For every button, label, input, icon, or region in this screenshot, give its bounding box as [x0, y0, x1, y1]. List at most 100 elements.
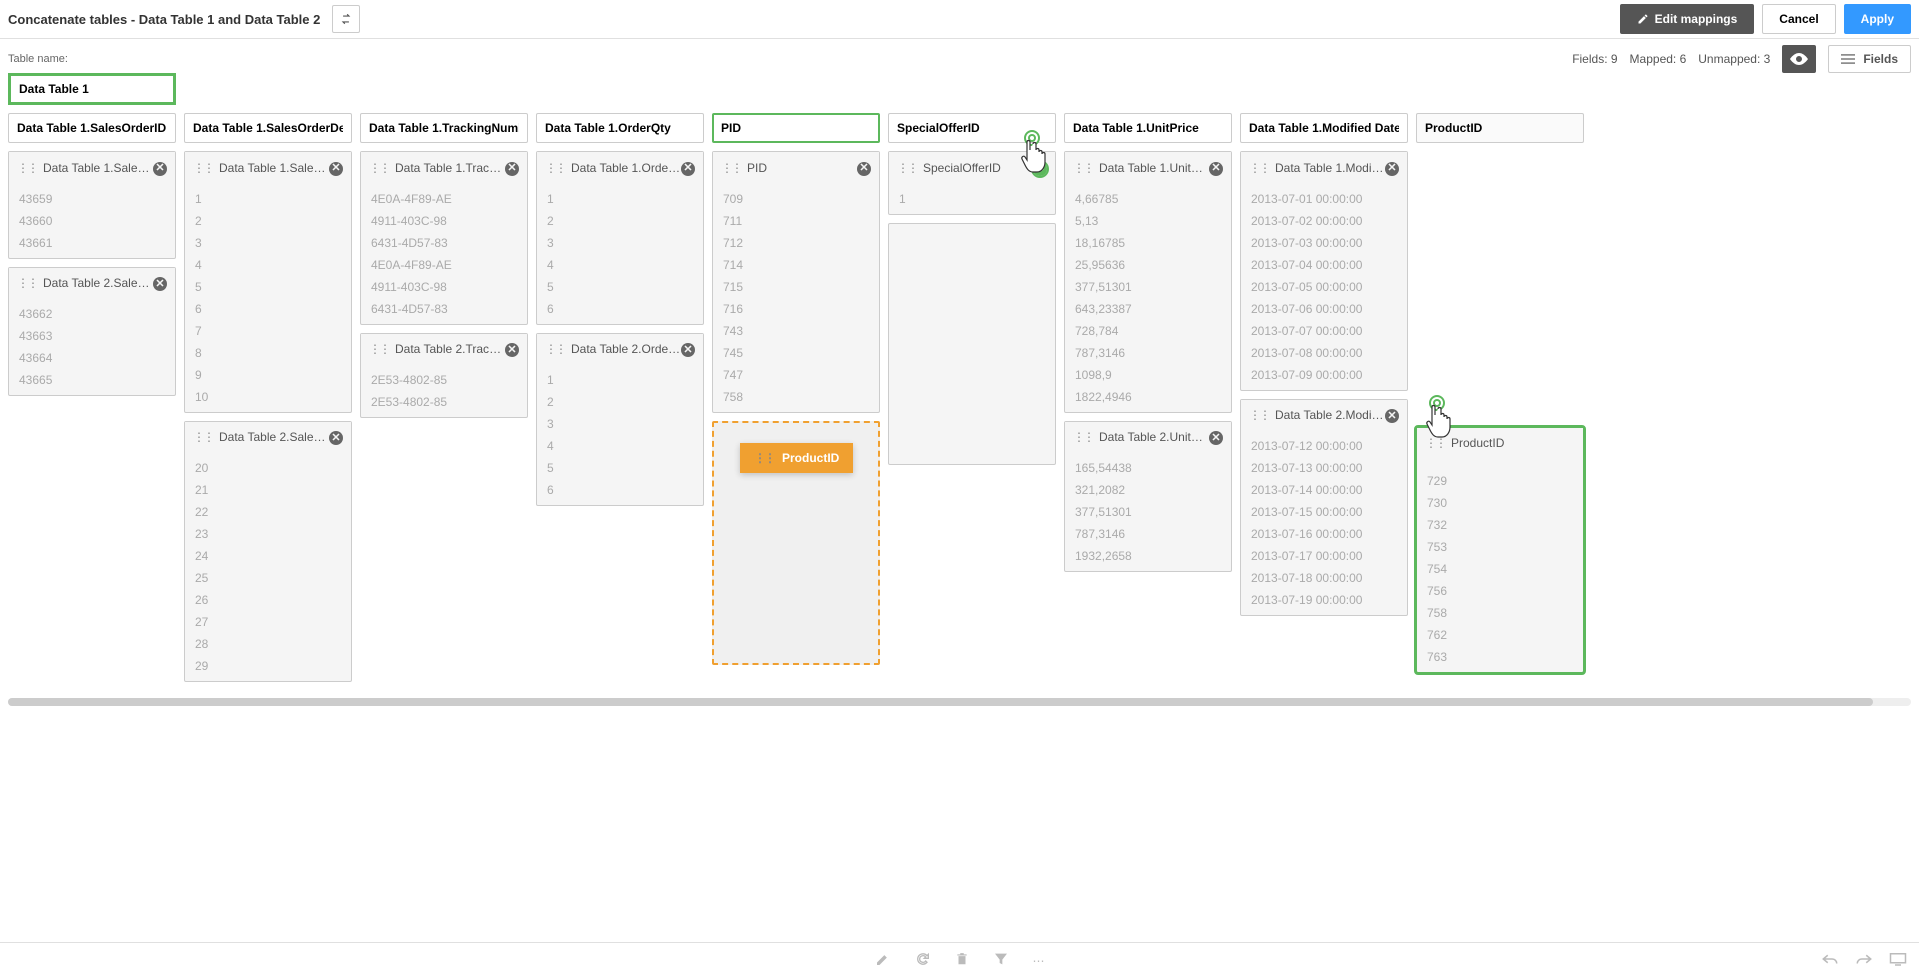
remove-mapping-button[interactable]: ✕: [1033, 160, 1047, 176]
section-header[interactable]: Data Table 2.UnitPrice✕: [1065, 422, 1231, 454]
remove-mapping-button[interactable]: ✕: [329, 430, 343, 446]
column-header-input[interactable]: [184, 113, 352, 143]
horizontal-scrollbar[interactable]: [8, 698, 1911, 706]
edit-mappings-button[interactable]: Edit mappings: [1620, 4, 1755, 34]
drag-chip-label: ProductID: [782, 451, 839, 465]
drag-handle-icon[interactable]: [1249, 161, 1269, 175]
section-header[interactable]: Data Table 1.SalesOrderD...✕: [185, 152, 351, 184]
section-header[interactable]: Data Table 2.SalesOrd...✕: [9, 268, 175, 300]
drag-handle-icon[interactable]: [897, 161, 917, 175]
remove-mapping-button[interactable]: ✕: [153, 160, 167, 176]
drag-handle-icon[interactable]: [1073, 430, 1093, 444]
mapping-section[interactable]: Data Table 1.UnitPrice✕4,667855,1318,167…: [1064, 151, 1232, 413]
section-header[interactable]: SpecialOfferID✕: [889, 152, 1055, 184]
data-row: 165,54438: [1065, 457, 1231, 479]
remove-mapping-button[interactable]: ✕: [1209, 160, 1223, 176]
section-header[interactable]: ProductID: [1417, 428, 1583, 458]
drag-handle-icon[interactable]: [193, 161, 213, 175]
column-header-input[interactable]: [536, 113, 704, 143]
data-row: 787,3146: [1065, 342, 1231, 364]
remove-mapping-button[interactable]: ✕: [329, 160, 343, 176]
mapping-section[interactable]: [888, 223, 1056, 465]
mapping-section[interactable]: Data Table 1.Modified Date✕2013-07-01 00…: [1240, 151, 1408, 391]
filter-icon[interactable]: [993, 951, 1009, 970]
drag-handle-icon[interactable]: [1425, 436, 1445, 450]
refresh-icon[interactable]: [915, 951, 931, 970]
undo-icon[interactable]: [1821, 952, 1839, 969]
column-header-input[interactable]: [1416, 113, 1584, 143]
remove-mapping-button[interactable]: ✕: [857, 160, 871, 176]
redo-icon[interactable]: [1855, 952, 1873, 969]
drag-handle-icon[interactable]: [17, 276, 37, 290]
remove-mapping-button[interactable]: ✕: [1385, 160, 1399, 176]
remove-mapping-button[interactable]: ✕: [1385, 408, 1399, 424]
data-row: 753: [1417, 536, 1583, 558]
mapping-section[interactable]: Data Table 1.OrderQty✕123456: [536, 151, 704, 325]
drag-handle-icon[interactable]: [1073, 161, 1093, 175]
section-header[interactable]: PID✕: [713, 152, 879, 184]
fields-button[interactable]: Fields: [1828, 45, 1911, 73]
section-body: 20212223242526272829: [185, 453, 351, 681]
section-label: ProductID: [1451, 436, 1575, 450]
mapping-section[interactable]: PID✕709711712714715716743745747758: [712, 151, 880, 413]
close-icon: ✕: [1209, 431, 1223, 445]
remove-mapping-button[interactable]: ✕: [681, 342, 695, 358]
section-header[interactable]: Data Table 2.Modified...✕: [1241, 400, 1407, 432]
data-row: 26: [185, 589, 351, 611]
apply-button[interactable]: Apply: [1844, 4, 1911, 34]
drag-handle-icon[interactable]: [545, 161, 565, 175]
remove-mapping-button[interactable]: ✕: [505, 342, 519, 358]
remove-mapping-button[interactable]: ✕: [505, 160, 519, 176]
data-row: 6431-4D57-83: [361, 232, 527, 254]
section-header[interactable]: Data Table 1.SalesOrderID✕: [9, 152, 175, 184]
section-body: 1: [889, 184, 1055, 214]
drag-handle-icon[interactable]: [369, 342, 389, 356]
mapping-section[interactable]: Data Table 2.Modified...✕2013-07-12 00:0…: [1240, 399, 1408, 617]
mapping-section[interactable]: Data Table 2.SalesOrd...✕202122232425262…: [184, 421, 352, 683]
drag-handle-icon[interactable]: [545, 342, 565, 356]
remove-mapping-button[interactable]: ✕: [681, 160, 695, 176]
column-header-input[interactable]: [1240, 113, 1408, 143]
mapping-section[interactable]: Data Table 2.Tracking...✕2E53-4802-852E5…: [360, 333, 528, 419]
drag-handle-icon[interactable]: [369, 161, 389, 175]
section-header[interactable]: Data Table 1.OrderQty✕: [537, 152, 703, 184]
remove-mapping-button[interactable]: ✕: [153, 276, 167, 292]
preview-toggle-button[interactable]: [1782, 45, 1816, 73]
drag-chip[interactable]: ProductID: [740, 443, 853, 473]
mapping-section[interactable]: Data Table 1.SalesOrderID✕43659436604366…: [8, 151, 176, 259]
column-block: Data Table 1.SalesOrderD...✕12345678910D…: [184, 151, 352, 682]
mapping-section[interactable]: Data Table 2.UnitPrice✕165,54438321,2082…: [1064, 421, 1232, 573]
section-header[interactable]: Data Table 1.TrackingNum...✕: [361, 152, 527, 184]
cancel-button[interactable]: Cancel: [1762, 4, 1835, 34]
mapping-section[interactable]: Data Table 1.SalesOrderD...✕12345678910: [184, 151, 352, 413]
swap-tables-button[interactable]: [332, 5, 360, 33]
data-row: 377,51301: [1065, 501, 1231, 523]
remove-mapping-button[interactable]: ✕: [1209, 430, 1223, 446]
mapping-section[interactable]: ProductID729730732753754756758762763: [1416, 427, 1584, 673]
section-label: Data Table 2.UnitPrice: [1099, 430, 1209, 444]
close-icon: ✕: [505, 162, 519, 176]
screen-icon[interactable]: [1889, 952, 1907, 969]
mapping-section[interactable]: Data Table 1.TrackingNum...✕4E0A-4F89-AE…: [360, 151, 528, 325]
column-header-input[interactable]: [888, 113, 1056, 143]
mapping-section[interactable]: Data Table 2.OrderQty✕123456: [536, 333, 704, 507]
more-icon[interactable]: ⋯: [1033, 954, 1045, 968]
section-header[interactable]: Data Table 2.Tracking...✕: [361, 334, 527, 366]
drag-handle-icon[interactable]: [17, 161, 37, 175]
drag-handle-icon[interactable]: [721, 161, 741, 175]
section-header[interactable]: Data Table 1.UnitPrice✕: [1065, 152, 1231, 184]
mapping-section[interactable]: SpecialOfferID✕1: [888, 151, 1056, 215]
edit-icon[interactable]: [875, 951, 891, 970]
section-header[interactable]: Data Table 1.Modified Date✕: [1241, 152, 1407, 184]
delete-icon[interactable]: [955, 951, 969, 970]
drag-handle-icon[interactable]: [1249, 408, 1269, 422]
section-header[interactable]: Data Table 2.OrderQty✕: [537, 334, 703, 366]
section-header[interactable]: Data Table 2.SalesOrd...✕: [185, 422, 351, 454]
column-header-input[interactable]: [712, 113, 880, 143]
mapping-section[interactable]: Data Table 2.SalesOrd...✕436624366343664…: [8, 267, 176, 397]
column-header-input[interactable]: [8, 113, 176, 143]
drag-handle-icon[interactable]: [193, 430, 213, 444]
column-header-input[interactable]: [1064, 113, 1232, 143]
column-header-input[interactable]: [360, 113, 528, 143]
table-name-input[interactable]: [8, 73, 176, 105]
